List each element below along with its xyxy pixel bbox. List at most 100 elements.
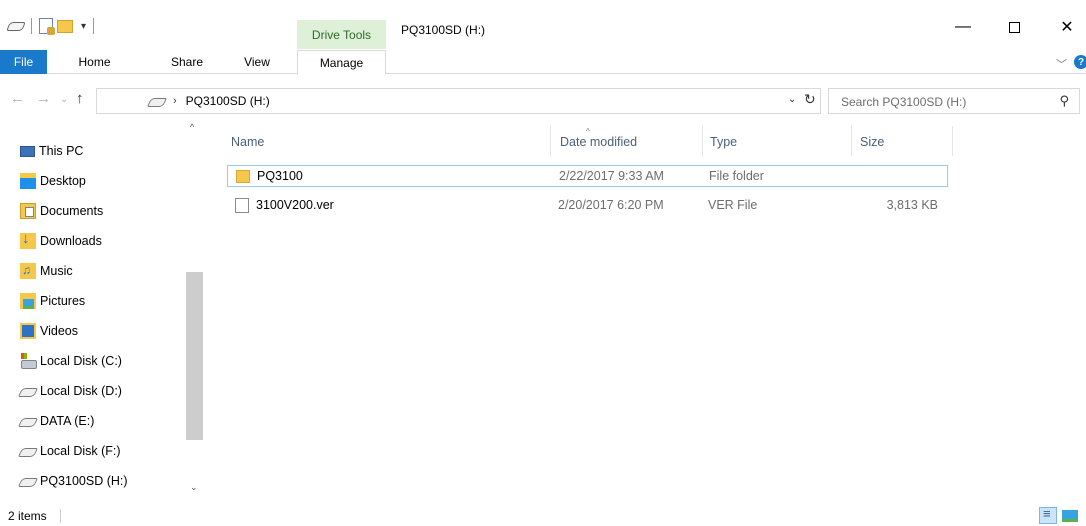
maximize-button[interactable]	[991, 12, 1037, 42]
address-bar[interactable]: › PQ3100SD (H:) ⌄ ↻	[96, 88, 821, 114]
status-bar: 2 items	[0, 505, 1086, 526]
file-date-modified: 2/20/2017 6:20 PM	[558, 198, 664, 212]
nav-item-label: Documents	[40, 204, 104, 218]
refresh-icon[interactable]: ↻	[804, 91, 816, 108]
column-divider[interactable]	[851, 126, 852, 156]
file-size: 3,813 KB	[886, 198, 938, 212]
drive-icon[interactable]	[6, 18, 26, 34]
nav-item-desktop[interactable]: Desktop	[20, 169, 86, 193]
tab-manage[interactable]: Manage	[297, 50, 386, 75]
back-button[interactable]: ←	[10, 90, 25, 107]
nav-item-music[interactable]: Music	[20, 259, 73, 283]
minimize-button[interactable]: —	[940, 12, 986, 42]
nav-item-label: DATA (E:)	[40, 414, 95, 428]
column-headers: Name ^ Date modified Type Size	[220, 126, 1080, 158]
search-input[interactable]: Search PQ3100SD (H:) ⚲	[828, 88, 1080, 114]
address-history-dropdown[interactable]: ⌄	[788, 94, 796, 105]
navigation-pane: ^ This PC Desktop Documents Downloads Mu…	[0, 122, 205, 503]
file-name: PQ3100	[257, 169, 303, 183]
nav-item-pq3100sd-h[interactable]: PQ3100SD (H:)	[20, 469, 128, 493]
nav-item-label: Local Disk (F:)	[40, 444, 121, 458]
nav-item-downloads[interactable]: Downloads	[20, 229, 102, 253]
file-type: VER File	[708, 198, 758, 212]
column-divider[interactable]	[952, 126, 953, 156]
column-divider[interactable]	[702, 126, 703, 156]
nav-item-label: Desktop	[40, 174, 86, 188]
file-name: 3100V200.ver	[256, 198, 334, 212]
table-row[interactable]: 3100V200.ver 2/20/2017 6:20 PM VER File …	[227, 195, 948, 217]
recent-locations-button[interactable]: ⌄	[60, 94, 68, 105]
column-header-name[interactable]: Name	[231, 135, 264, 149]
table-row[interactable]: PQ3100 2/22/2017 9:33 AM File folder	[227, 165, 948, 187]
column-header-size[interactable]: Size	[860, 135, 884, 149]
quick-access-toolbar: ▾	[6, 16, 97, 36]
customize-toolbar-dropdown[interactable]: ▾	[81, 21, 86, 32]
nav-pane-scrollbar-thumb[interactable]	[186, 272, 203, 440]
nav-item-pictures[interactable]: Pictures	[20, 289, 85, 313]
up-button[interactable]: ↑	[76, 90, 84, 107]
forward-button[interactable]: →	[36, 90, 51, 107]
details-view-icon[interactable]	[1039, 506, 1057, 524]
search-placeholder: Search PQ3100SD (H:)	[841, 95, 967, 109]
maximize-icon	[1008, 21, 1020, 33]
column-divider[interactable]	[550, 126, 551, 156]
nav-item-documents[interactable]: Documents	[20, 199, 103, 223]
drive-icon	[149, 93, 165, 109]
ribbon-tabs: File Home Share View Manage ﹀ ?	[0, 50, 1086, 75]
drive-tools-context-tab: Drive Tools	[297, 20, 386, 49]
computer-icon	[20, 145, 35, 157]
toolbar-divider	[93, 18, 95, 34]
expand-ribbon-icon[interactable]: ﹀	[1056, 56, 1067, 72]
scroll-down-icon[interactable]: ⌄	[190, 482, 198, 493]
desktop-icon	[20, 173, 36, 189]
tab-home[interactable]: Home	[62, 50, 127, 74]
folder-icon	[236, 170, 250, 183]
tab-view[interactable]: View	[232, 50, 282, 74]
videos-icon	[20, 323, 36, 339]
search-icon[interactable]: ⚲	[1059, 93, 1069, 109]
column-header-type[interactable]: Type	[710, 135, 737, 149]
nav-item-label: PQ3100SD (H:)	[40, 474, 128, 488]
nav-item-local-disk-d[interactable]: Local Disk (D:)	[20, 379, 122, 403]
drive-icon	[20, 413, 36, 429]
file-date-modified: 2/22/2017 9:33 AM	[559, 169, 664, 183]
nav-item-videos[interactable]: Videos	[20, 319, 78, 343]
toolbar-divider	[31, 18, 32, 34]
nav-item-label: Videos	[40, 324, 78, 338]
breadcrumb-chevron-icon[interactable]: ›	[173, 95, 177, 107]
nav-item-label: This PC	[39, 144, 84, 158]
downloads-icon	[20, 230, 36, 249]
breadcrumb-current[interactable]: PQ3100SD (H:)	[186, 94, 270, 108]
column-header-date-modified[interactable]: Date modified	[560, 135, 637, 149]
file-icon	[235, 198, 249, 213]
drive-icon	[20, 383, 36, 399]
status-divider	[60, 509, 61, 523]
drive-icon	[20, 443, 36, 459]
tab-file[interactable]: File	[0, 50, 47, 74]
close-button[interactable]: ✕	[1044, 12, 1086, 42]
properties-icon[interactable]	[39, 18, 55, 35]
nav-item-label: Local Disk (C:)	[40, 354, 122, 368]
title-bar: ▾ Drive Tools PQ3100SD (H:) — ✕	[0, 0, 1086, 50]
window-title: PQ3100SD (H:)	[401, 23, 486, 37]
nav-item-local-disk-f[interactable]: Local Disk (F:)	[20, 439, 121, 463]
tab-share[interactable]: Share	[157, 50, 217, 74]
pictures-icon	[20, 293, 36, 309]
file-type: File folder	[709, 169, 764, 183]
music-icon	[20, 263, 36, 279]
navigation-row: ← → ⌄ ↑ › PQ3100SD (H:) ⌄ ↻ Search PQ310…	[0, 86, 1086, 116]
nav-item-data-e[interactable]: DATA (E:)	[20, 409, 94, 433]
large-icons-view-icon[interactable]	[1062, 510, 1078, 522]
nav-item-label: Pictures	[40, 294, 86, 308]
nav-item-label: Music	[40, 264, 73, 278]
drive-icon	[20, 473, 36, 489]
nav-item-this-pc[interactable]: This PC	[20, 139, 83, 163]
new-folder-icon[interactable]	[57, 19, 73, 33]
windows-drive-icon	[20, 353, 37, 369]
nav-item-local-disk-c[interactable]: Local Disk (C:)	[20, 349, 122, 373]
scroll-up-icon[interactable]: ^	[190, 122, 194, 132]
documents-icon	[20, 203, 36, 219]
nav-item-label: Downloads	[40, 234, 102, 248]
help-icon[interactable]: ?	[1074, 55, 1086, 69]
item-count: 2 items	[8, 509, 47, 523]
